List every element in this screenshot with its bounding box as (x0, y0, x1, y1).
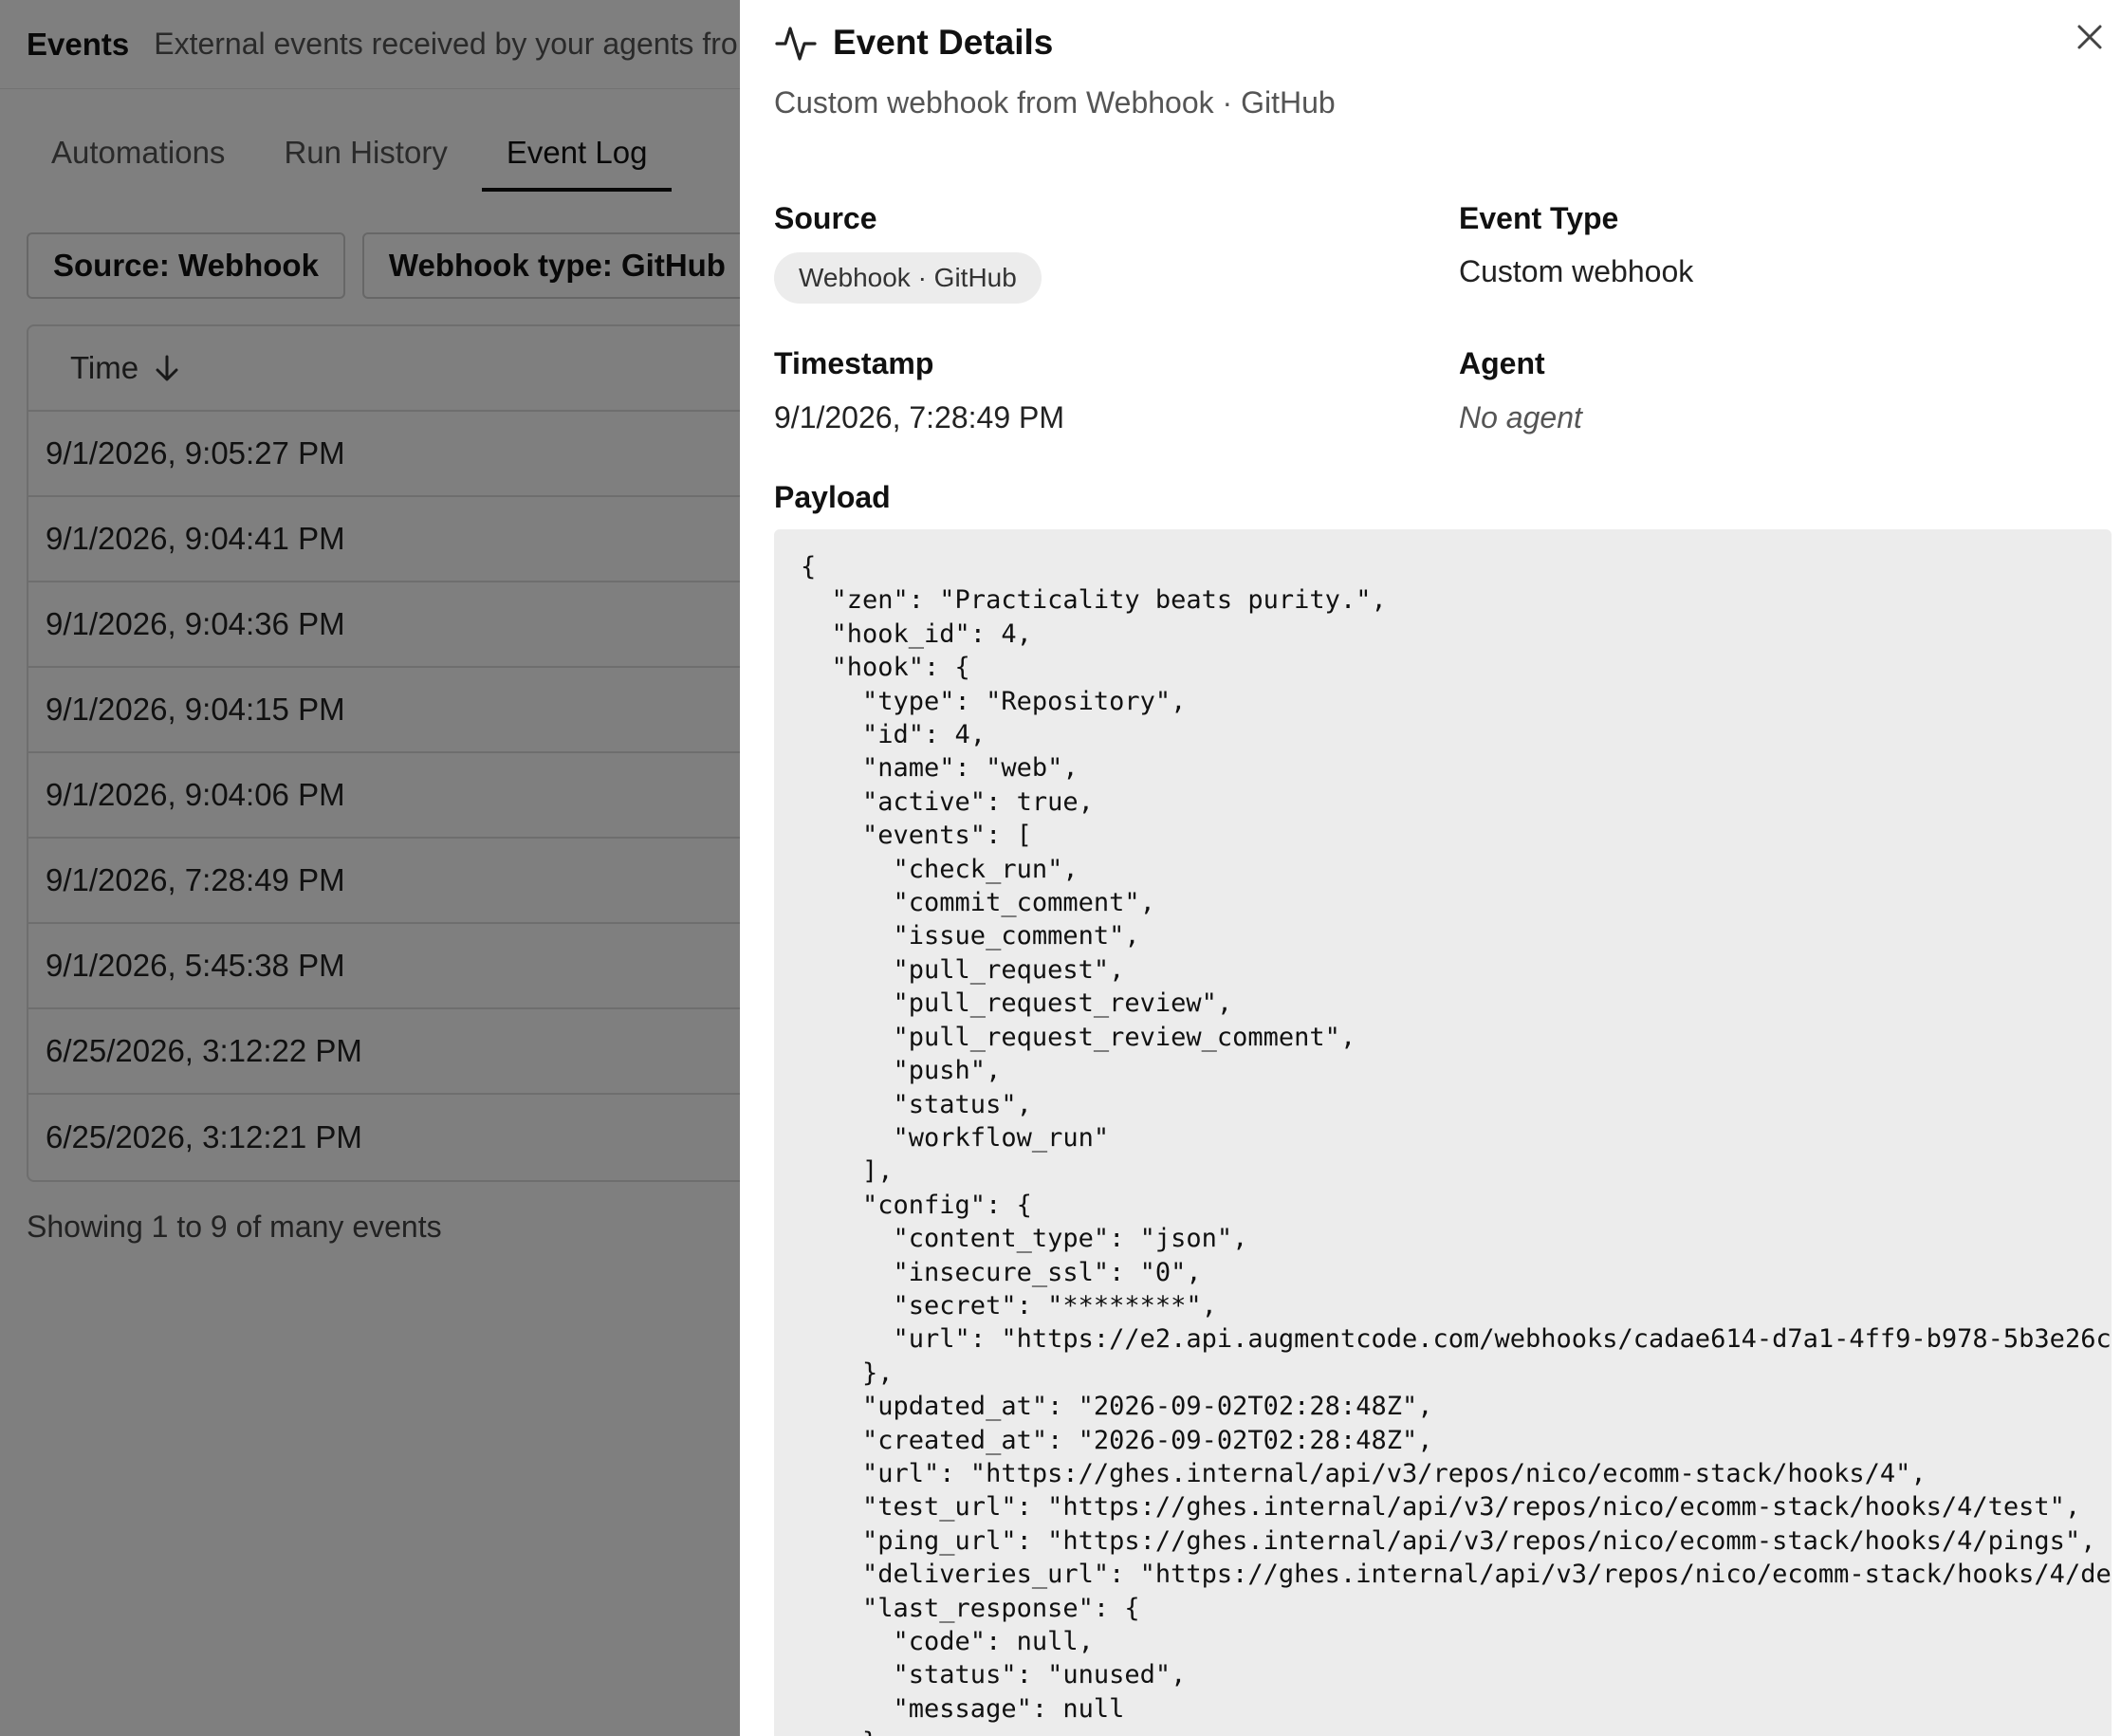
source-label: Source (774, 201, 877, 235)
agent-value: No agent (1459, 400, 1582, 434)
payload-code-block[interactable]: { "zen": "Practicality beats purity.", "… (774, 529, 2112, 1736)
modal-backdrop[interactable] (0, 0, 740, 1736)
event-type-value: Custom webhook (1459, 254, 1694, 288)
drawer-title: Event Details (833, 23, 1054, 62)
timestamp-value: 9/1/2026, 7:28:49 PM (774, 400, 1064, 434)
close-icon[interactable] (2072, 19, 2108, 55)
drawer-subtitle: Custom webhook from Webhook · GitHub (774, 85, 1336, 120)
event-details-drawer: Event Details Custom webhook from Webhoo… (740, 0, 2121, 1736)
payload-label: Payload (774, 480, 891, 514)
activity-pulse-icon (775, 27, 817, 61)
source-badge: Webhook · GitHub (774, 252, 1042, 304)
drawer-header: Event Details (774, 21, 1053, 65)
event-type-label: Event Type (1459, 201, 1619, 235)
timestamp-label: Timestamp (774, 346, 934, 380)
agent-label: Agent (1459, 346, 1545, 380)
payload-json: { "zen": "Practicality beats purity.", "… (801, 552, 2112, 1736)
